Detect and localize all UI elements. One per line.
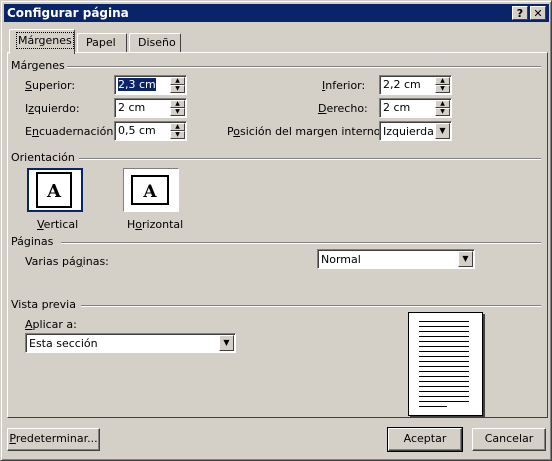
orientation-divider (79, 158, 541, 160)
derecho-value[interactable]: 2 cm (383, 101, 410, 114)
horizontal-orientation-option[interactable]: A (123, 168, 179, 212)
encuadernacion-value[interactable]: 0,5 cm (118, 124, 156, 137)
aplicar-label: Aplicar a: (25, 318, 77, 331)
tab-margenes[interactable]: Márgenes (9, 29, 75, 54)
margins-divider (67, 66, 541, 68)
portrait-glyph: A (46, 181, 62, 202)
posicion-dropdown-arrow-icon[interactable]: ▼ (435, 123, 450, 139)
tab-papel[interactable]: Papel (77, 33, 127, 53)
izquierdo-down-arrow-icon[interactable]: ▼ (170, 108, 185, 116)
aplicar-value: Esta sección (29, 337, 98, 350)
aplicar-dropdown-arrow-icon[interactable]: ▼ (219, 335, 234, 351)
landscape-glyph: A (142, 182, 157, 202)
vertical-label[interactable]: Vertical (37, 218, 78, 231)
superior-spinner[interactable]: 2,3 cm ▲ ▼ (114, 75, 187, 95)
page-preview-thumbnail (408, 312, 483, 416)
margins-group-label: Márgenes (11, 59, 65, 72)
varias-paginas-select[interactable]: Normal ▼ (317, 249, 475, 269)
orientation-group-label: Orientación (11, 151, 75, 164)
horizontal-label[interactable]: Horizontal (127, 218, 183, 231)
portrait-page-icon: A (36, 172, 72, 208)
landscape-page-icon: A (131, 175, 169, 205)
title-bar: Configurar página ? ✕ (4, 4, 549, 22)
superior-down-arrow-icon[interactable]: ▼ (170, 85, 185, 93)
encuadernacion-down-arrow-icon[interactable]: ▼ (170, 131, 185, 139)
varias-paginas-dropdown-arrow-icon[interactable]: ▼ (458, 251, 473, 267)
inferior-up-arrow-icon[interactable]: ▲ (435, 77, 450, 85)
inferior-label: Inferior: (322, 79, 366, 92)
encuadernacion-spinner[interactable]: 0,5 cm ▲ ▼ (114, 121, 187, 141)
derecho-spinner[interactable]: 2 cm ▲ ▼ (379, 98, 452, 118)
pages-divider (61, 242, 541, 244)
aceptar-button[interactable]: Aceptar (387, 427, 463, 452)
preview-divider (81, 305, 541, 307)
inferior-spinner[interactable]: 2,2 cm ▲ ▼ (379, 75, 452, 95)
aplicar-select[interactable]: Esta sección ▼ (25, 333, 236, 353)
page-setup-dialog: Configurar página ? ✕ Márgenes Papel Dis… (0, 0, 552, 461)
inferior-value[interactable]: 2,2 cm (383, 78, 421, 91)
derecho-up-arrow-icon[interactable]: ▲ (435, 100, 450, 108)
posicion-value: Izquierda (383, 125, 434, 138)
superior-label: Superior: (25, 79, 76, 92)
preview-group-label: Vista previa (11, 298, 76, 311)
derecho-label: Derecho: (318, 102, 368, 115)
pages-group-label: Páginas (11, 235, 54, 248)
vertical-orientation-option[interactable]: A (27, 168, 83, 212)
inferior-down-arrow-icon[interactable]: ▼ (435, 85, 450, 93)
varias-paginas-label: Varias páginas: (25, 255, 109, 268)
varias-paginas-value: Normal (321, 253, 361, 266)
encuadernacion-label: Encuadernación: (25, 125, 118, 138)
window-title: Configurar página (7, 6, 129, 20)
posicion-label: Posición del margen interno: (227, 125, 385, 138)
izquierdo-up-arrow-icon[interactable]: ▲ (170, 100, 185, 108)
derecho-down-arrow-icon[interactable]: ▼ (435, 108, 450, 116)
tab-diseno[interactable]: Diseño (129, 33, 181, 53)
izquierdo-label: Izquierdo: (25, 102, 80, 115)
izquierdo-spinner[interactable]: 2 cm ▲ ▼ (114, 98, 187, 118)
posicion-select[interactable]: Izquierda ▼ (379, 121, 452, 141)
help-button[interactable]: ? (512, 6, 528, 20)
predeterminar-button[interactable]: Predeterminar... (7, 428, 100, 451)
cancelar-button[interactable]: Cancelar (472, 428, 546, 451)
superior-value[interactable]: 2,3 cm (118, 78, 156, 91)
superior-up-arrow-icon[interactable]: ▲ (170, 77, 185, 85)
close-button[interactable]: ✕ (530, 6, 546, 20)
encuadernacion-up-arrow-icon[interactable]: ▲ (170, 123, 185, 131)
izquierdo-value[interactable]: 2 cm (118, 101, 145, 114)
